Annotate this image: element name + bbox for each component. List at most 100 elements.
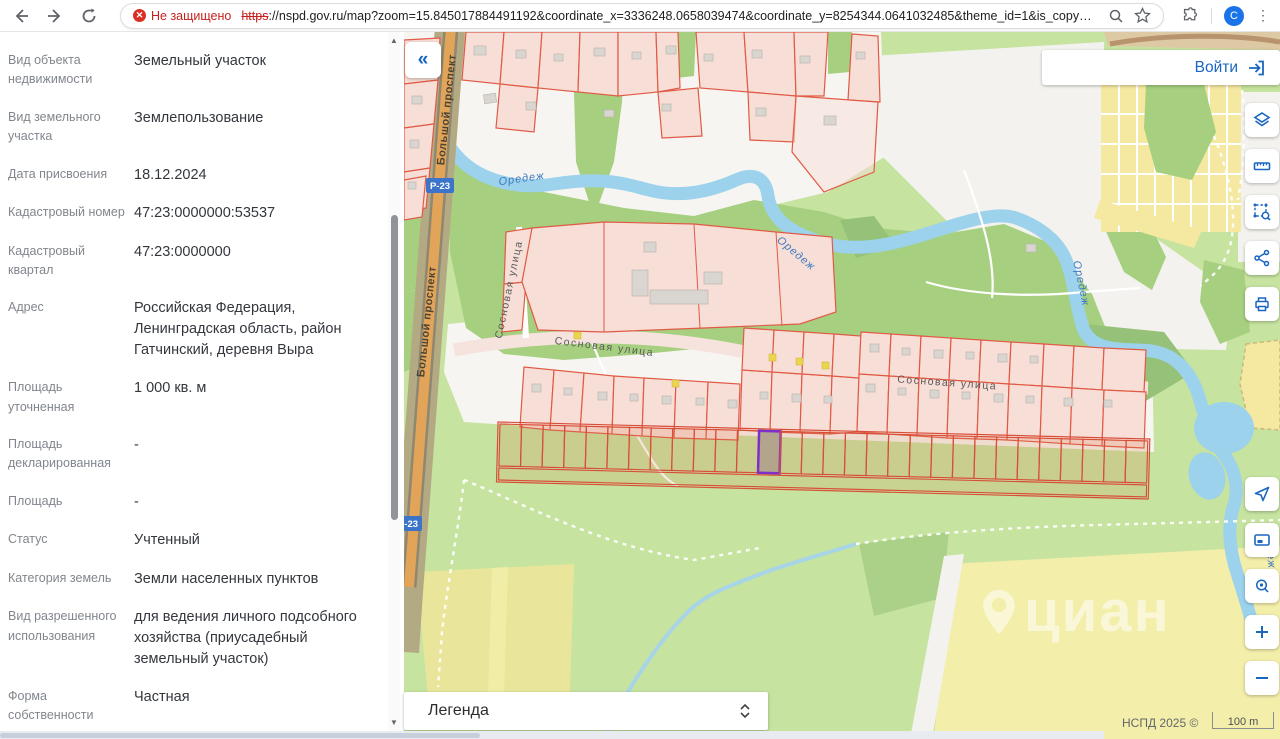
strip-parcel[interactable] (1103, 440, 1126, 483)
strip-parcel[interactable] (866, 434, 889, 477)
scroll-down-arrow[interactable]: ▼ (388, 718, 400, 727)
security-error-icon: ✕ (133, 9, 146, 22)
legend-bar[interactable]: Легенда (404, 692, 768, 730)
strip-parcel[interactable] (844, 433, 867, 476)
forward-icon[interactable] (44, 5, 66, 27)
strip-parcel[interactable] (1060, 439, 1083, 482)
bookmark-star-icon[interactable] (1134, 7, 1151, 24)
strip-parcel[interactable] (693, 429, 716, 472)
strip-parcel[interactable] (996, 437, 1019, 480)
scale-label: 100 m (1228, 716, 1259, 728)
strip-parcel[interactable] (1082, 439, 1105, 482)
attr-value: Землепользование (128, 108, 374, 147)
strip-parcel[interactable] (1017, 438, 1040, 481)
attr-value: 18.12.2024 (128, 165, 374, 186)
strip-parcel[interactable] (542, 425, 565, 468)
strip-parcel[interactable] (650, 428, 673, 471)
strip-parcel[interactable] (499, 424, 522, 467)
not-secure-badge[interactable]: ✕ Не защищено (133, 9, 231, 23)
share-button[interactable] (1245, 241, 1279, 275)
strip-parcel[interactable] (628, 427, 651, 470)
attr-value: Земли населенных пунктов (128, 569, 374, 590)
address-bar[interactable]: ✕ Не защищено https://nspd.gov.ru/map?zo… (120, 3, 1164, 29)
scroll-up-arrow[interactable]: ▲ (388, 36, 400, 45)
strip-parcel[interactable] (520, 425, 543, 468)
map-attribution: НСПД 2025 © (1122, 716, 1198, 730)
login-icon (1246, 58, 1266, 78)
scrollbar-thumb[interactable] (391, 215, 398, 520)
strip-parcel[interactable] (564, 426, 587, 469)
attribute-row: Категория земельЗемли населенных пунктов (8, 560, 374, 599)
panel-scrollbar[interactable]: ▲ ▼ (388, 32, 400, 731)
ruler-icon (1252, 156, 1272, 176)
collapse-panel-button[interactable]: « (405, 42, 441, 78)
attr-label: Площадь (8, 492, 128, 513)
zoom-page-icon[interactable] (1108, 8, 1124, 24)
layers-button[interactable] (1245, 103, 1279, 137)
svg-text:Р-23: Р-23 (430, 181, 450, 192)
attr-value: 47:23:0000000 (128, 242, 374, 281)
strip-parcel[interactable] (715, 430, 738, 473)
menu-kebab-icon[interactable]: ⋮ (1256, 7, 1270, 24)
back-icon[interactable] (10, 5, 32, 27)
attribute-row: Кадастровый квартал47:23:0000000 (8, 233, 374, 290)
attribute-row: Вид земельного участкаЗемлепользование (8, 99, 374, 156)
object-info-panel: Вид объекта недвижимостиЗемельный участо… (0, 32, 404, 731)
attr-value: 47:23:0000000:53537 (128, 203, 374, 224)
attribute-row: Площадь декларированная- (8, 426, 374, 483)
strip-parcel[interactable] (1125, 440, 1148, 483)
strip-parcel[interactable] (931, 435, 954, 478)
strip-parcel[interactable] (607, 427, 630, 470)
login-bar[interactable]: Войти (1042, 50, 1280, 85)
strip-parcel[interactable] (974, 436, 997, 479)
minimap-icon (1252, 530, 1272, 550)
print-button[interactable] (1245, 287, 1279, 321)
strip-parcel[interactable] (801, 432, 824, 475)
measure-button[interactable] (1245, 149, 1279, 183)
zoom-out-button[interactable] (1245, 661, 1279, 695)
plus-icon (1252, 622, 1272, 642)
scale-bar: 100 m (1212, 712, 1274, 729)
attribute-row: Вид объекта недвижимостиЗемельный участо… (8, 42, 374, 99)
selected-parcel[interactable] (758, 431, 781, 474)
strip-parcel[interactable] (1039, 438, 1062, 481)
minimap-button[interactable] (1245, 523, 1279, 557)
extensions-icon[interactable] (1182, 7, 1199, 24)
strip-parcel[interactable] (909, 435, 932, 478)
attribute-row: Вид разрешенного использованиядля ведени… (8, 598, 374, 678)
attr-value: - (128, 435, 374, 474)
print-icon (1252, 294, 1272, 314)
profile-avatar[interactable]: C (1224, 6, 1244, 26)
attr-label: Кадастровый квартал (8, 242, 128, 281)
horizontal-scrollbar-thumb[interactable] (0, 733, 480, 738)
attr-value: Земельный участок (128, 51, 374, 90)
strip-parcel[interactable] (736, 430, 759, 473)
attr-value: для ведения личного подсобного хозяйства… (128, 607, 374, 669)
attr-label: Площадь декларированная (8, 435, 128, 474)
map-canvas[interactable]: Р-23 Р-23 Большой проспект Большой просп… (404, 32, 1280, 739)
attribute-row: Кадастровый номер47:23:0000000:53537 (8, 194, 374, 233)
not-secure-label: Не защищено (151, 9, 231, 23)
attr-label: Статус (8, 530, 128, 551)
legend-label: Легенда (428, 702, 738, 720)
zoom-in-button[interactable] (1245, 615, 1279, 649)
strip-parcel[interactable] (672, 429, 695, 472)
road-shield-r23: Р-23 (426, 178, 454, 193)
geolocate-button[interactable] (1245, 477, 1279, 511)
strip-parcel[interactable] (780, 431, 803, 474)
layers-icon (1252, 110, 1272, 130)
strip-parcel[interactable] (888, 434, 911, 477)
attribute-row: Площадь- (8, 483, 374, 522)
strip-parcel[interactable] (585, 426, 608, 469)
browser-toolbar: ✕ Не защищено https://nspd.gov.ru/map?zo… (0, 0, 1280, 32)
expand-collapse-icon[interactable] (738, 703, 752, 719)
strip-parcel[interactable] (823, 432, 846, 475)
horizontal-scrollbar[interactable] (0, 731, 1104, 739)
minus-icon (1252, 668, 1272, 688)
reload-icon[interactable] (78, 5, 100, 27)
field (934, 546, 1280, 739)
strip-parcel[interactable] (952, 436, 975, 479)
select-area-button[interactable] (1245, 195, 1279, 229)
search-place-button[interactable] (1245, 569, 1279, 603)
forest (828, 32, 852, 74)
